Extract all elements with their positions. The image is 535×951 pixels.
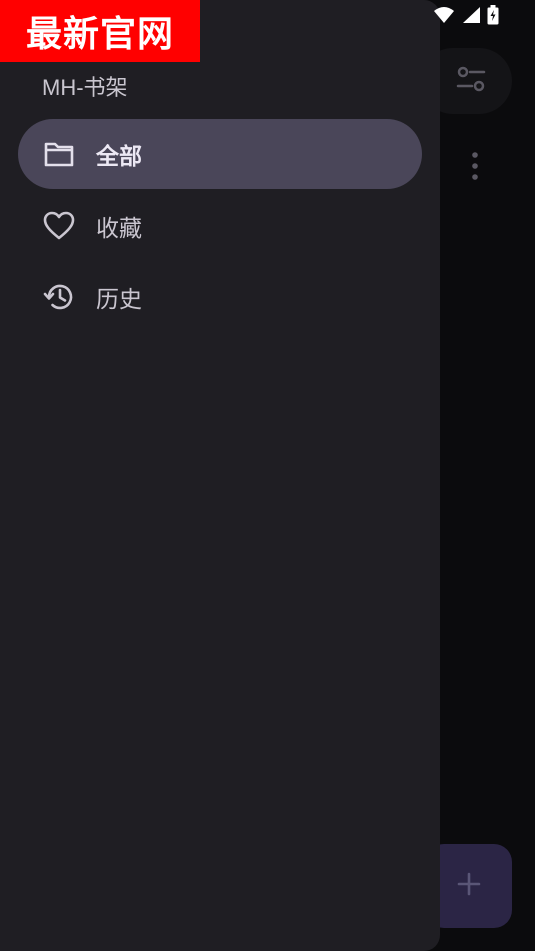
heart-icon	[42, 209, 76, 243]
drawer-title: MH-书架	[42, 75, 128, 100]
watermark-banner: 最新官网	[0, 0, 200, 62]
folder-icon	[42, 137, 76, 171]
nav-item-label: 历史	[96, 287, 142, 313]
nav-item-label: 全部	[96, 144, 142, 170]
history-icon	[42, 280, 76, 314]
watermark-text: 最新官网	[25, 14, 174, 55]
nav-item-label: 收藏	[96, 216, 142, 242]
navigation-drawer: MH-书架 全部 收藏 历史	[0, 0, 440, 951]
signal-icon	[461, 6, 481, 28]
battery-charging-icon	[487, 5, 499, 29]
nav-item-all[interactable]: 全部	[18, 119, 422, 189]
nav-item-history[interactable]: 历史	[18, 262, 422, 332]
nav-item-favorites[interactable]: 收藏	[18, 191, 422, 261]
wifi-icon	[433, 6, 455, 28]
add-icon	[449, 864, 489, 908]
filter-icon	[456, 65, 486, 97]
more-vert-icon[interactable]	[468, 150, 482, 182]
status-bar	[433, 5, 499, 29]
